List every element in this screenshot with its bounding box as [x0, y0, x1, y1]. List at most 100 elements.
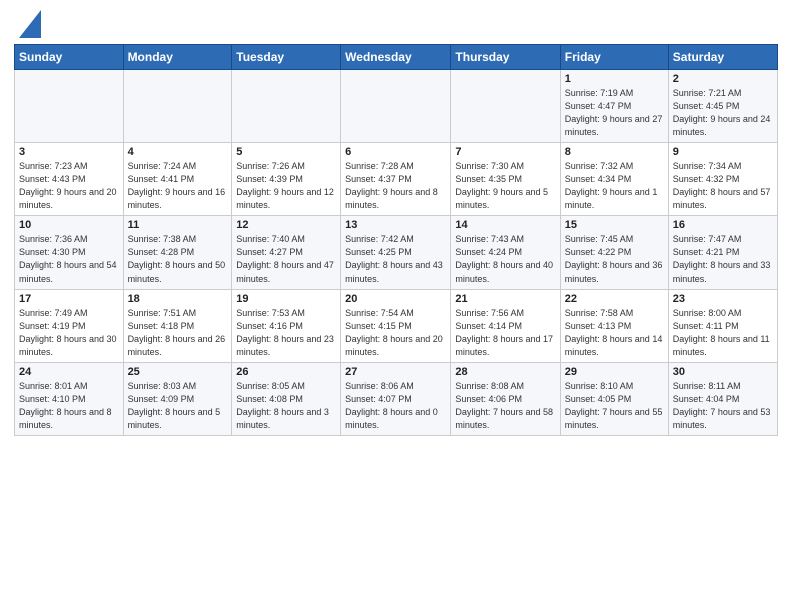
week-row: 1 Sunrise: 7:19 AM Sunset: 4:47 PM Daylig… — [15, 70, 778, 143]
day-cell: 9 Sunrise: 7:34 AM Sunset: 4:32 PM Daylig… — [668, 143, 777, 216]
day-cell: 10Sunrise: 7:36 AM Sunset: 4:30 PM Dayli… — [15, 216, 124, 289]
day-cell: 25 Sunrise: 8:03 AM Sunset: 4:09 PM Dayli… — [123, 362, 232, 435]
day-number: 22 — [565, 293, 664, 305]
day-number: 25 — [128, 366, 228, 378]
day-number: 18 — [128, 293, 228, 305]
day-number: 24 — [19, 366, 119, 378]
week-row: 24 Sunrise: 8:01 AM Sunset: 4:10 PM Dayli… — [15, 362, 778, 435]
week-row: 10Sunrise: 7:36 AM Sunset: 4:30 PM Dayli… — [15, 216, 778, 289]
day-number: 21 — [455, 293, 555, 305]
day-number: 20 — [345, 293, 446, 305]
day-detail: Sunrise: 7:43 AM Sunset: 4:24 PM Dayligh… — [455, 233, 555, 285]
day-detail: Sunrise: 7:45 AM Sunset: 4:22 PM Dayligh… — [565, 233, 664, 285]
day-number: 9 — [673, 146, 773, 158]
day-detail: Sunrise: 8:05 AM Sunset: 4:08 PM Dayligh… — [236, 380, 336, 432]
day-cell: 3 Sunrise: 7:23 AM Sunset: 4:43 PM Daylig… — [15, 143, 124, 216]
day-cell: 18 Sunrise: 7:51 AM Sunset: 4:18 PM Dayli… — [123, 289, 232, 362]
day-cell: 23 Sunrise: 8:00 AM Sunset: 4:11 PM Dayli… — [668, 289, 777, 362]
day-number: 2 — [673, 73, 773, 85]
calendar-header: SundayMondayTuesdayWednesdayThursdayFrid… — [15, 45, 778, 70]
day-number: 15 — [565, 219, 664, 231]
week-row: 17Sunrise: 7:49 AM Sunset: 4:19 PM Dayli… — [15, 289, 778, 362]
logo-row — [14, 10, 41, 38]
day-cell — [341, 70, 451, 143]
day-cell: 6 Sunrise: 7:28 AM Sunset: 4:37 PM Daylig… — [341, 143, 451, 216]
day-detail: Sunrise: 7:28 AM Sunset: 4:37 PM Dayligh… — [345, 160, 446, 212]
day-cell: 26 Sunrise: 8:05 AM Sunset: 4:08 PM Dayli… — [232, 362, 341, 435]
header — [14, 10, 778, 38]
day-number: 26 — [236, 366, 336, 378]
day-cell: 15 Sunrise: 7:45 AM Sunset: 4:22 PM Dayli… — [560, 216, 668, 289]
day-detail: Sunrise: 7:58 AM Sunset: 4:13 PM Dayligh… — [565, 307, 664, 359]
column-header-saturday: Saturday — [668, 45, 777, 70]
day-cell: 28 Sunrise: 8:08 AM Sunset: 4:06 PM Dayli… — [451, 362, 560, 435]
day-cell: 21 Sunrise: 7:56 AM Sunset: 4:14 PM Dayli… — [451, 289, 560, 362]
day-number: 7 — [455, 146, 555, 158]
day-detail: Sunrise: 7:47 AM Sunset: 4:21 PM Dayligh… — [673, 233, 773, 285]
day-number: 4 — [128, 146, 228, 158]
day-number: 1 — [565, 73, 664, 85]
day-cell: 12Sunrise: 7:40 AM Sunset: 4:27 PM Dayli… — [232, 216, 341, 289]
day-detail: Sunrise: 8:10 AM Sunset: 4:05 PM Dayligh… — [565, 380, 664, 432]
day-cell — [232, 70, 341, 143]
day-number: 5 — [236, 146, 336, 158]
header-row: SundayMondayTuesdayWednesdayThursdayFrid… — [15, 45, 778, 70]
day-cell: 14Sunrise: 7:43 AM Sunset: 4:24 PM Dayli… — [451, 216, 560, 289]
column-header-monday: Monday — [123, 45, 232, 70]
day-cell: 24 Sunrise: 8:01 AM Sunset: 4:10 PM Dayli… — [15, 362, 124, 435]
logo — [14, 10, 41, 38]
day-number: 17 — [19, 293, 119, 305]
day-detail: Sunrise: 7:32 AM Sunset: 4:34 PM Dayligh… — [565, 160, 664, 212]
day-number: 3 — [19, 146, 119, 158]
day-detail: Sunrise: 7:21 AM Sunset: 4:45 PM Dayligh… — [673, 87, 773, 139]
day-number: 11 — [128, 219, 228, 231]
day-number: 27 — [345, 366, 446, 378]
day-detail: Sunrise: 7:34 AM Sunset: 4:32 PM Dayligh… — [673, 160, 773, 212]
column-header-tuesday: Tuesday — [232, 45, 341, 70]
day-cell: 5 Sunrise: 7:26 AM Sunset: 4:39 PM Daylig… — [232, 143, 341, 216]
day-detail: Sunrise: 7:38 AM Sunset: 4:28 PM Dayligh… — [128, 233, 228, 285]
day-number: 28 — [455, 366, 555, 378]
day-cell: 20Sunrise: 7:54 AM Sunset: 4:15 PM Dayli… — [341, 289, 451, 362]
day-number: 23 — [673, 293, 773, 305]
day-detail: Sunrise: 8:00 AM Sunset: 4:11 PM Dayligh… — [673, 307, 773, 359]
day-cell — [123, 70, 232, 143]
day-cell: 30Sunrise: 8:11 AM Sunset: 4:04 PM Dayli… — [668, 362, 777, 435]
day-cell: 22 Sunrise: 7:58 AM Sunset: 4:13 PM Dayli… — [560, 289, 668, 362]
day-cell: 8 Sunrise: 7:32 AM Sunset: 4:34 PM Daylig… — [560, 143, 668, 216]
day-number: 10 — [19, 219, 119, 231]
calendar-table: SundayMondayTuesdayWednesdayThursdayFrid… — [14, 44, 778, 436]
day-detail: Sunrise: 7:24 AM Sunset: 4:41 PM Dayligh… — [128, 160, 228, 212]
column-header-sunday: Sunday — [15, 45, 124, 70]
day-number: 6 — [345, 146, 446, 158]
day-number: 29 — [565, 366, 664, 378]
day-detail: Sunrise: 7:26 AM Sunset: 4:39 PM Dayligh… — [236, 160, 336, 212]
day-detail: Sunrise: 8:03 AM Sunset: 4:09 PM Dayligh… — [128, 380, 228, 432]
column-header-thursday: Thursday — [451, 45, 560, 70]
week-row: 3 Sunrise: 7:23 AM Sunset: 4:43 PM Daylig… — [15, 143, 778, 216]
day-detail: Sunrise: 8:06 AM Sunset: 4:07 PM Dayligh… — [345, 380, 446, 432]
day-cell: 17Sunrise: 7:49 AM Sunset: 4:19 PM Dayli… — [15, 289, 124, 362]
day-cell — [451, 70, 560, 143]
day-cell: 16 Sunrise: 7:47 AM Sunset: 4:21 PM Dayli… — [668, 216, 777, 289]
day-detail: Sunrise: 7:56 AM Sunset: 4:14 PM Dayligh… — [455, 307, 555, 359]
day-detail: Sunrise: 7:51 AM Sunset: 4:18 PM Dayligh… — [128, 307, 228, 359]
logo-triangle-icon — [19, 10, 41, 38]
day-number: 16 — [673, 219, 773, 231]
day-number: 12 — [236, 219, 336, 231]
day-cell: 27 Sunrise: 8:06 AM Sunset: 4:07 PM Dayli… — [341, 362, 451, 435]
day-cell: 2 Sunrise: 7:21 AM Sunset: 4:45 PM Daylig… — [668, 70, 777, 143]
day-detail: Sunrise: 7:23 AM Sunset: 4:43 PM Dayligh… — [19, 160, 119, 212]
day-number: 8 — [565, 146, 664, 158]
day-number: 13 — [345, 219, 446, 231]
day-detail: Sunrise: 7:30 AM Sunset: 4:35 PM Dayligh… — [455, 160, 555, 212]
day-detail: Sunrise: 7:42 AM Sunset: 4:25 PM Dayligh… — [345, 233, 446, 285]
column-header-friday: Friday — [560, 45, 668, 70]
day-detail: Sunrise: 7:19 AM Sunset: 4:47 PM Dayligh… — [565, 87, 664, 139]
day-cell: 11 Sunrise: 7:38 AM Sunset: 4:28 PM Dayli… — [123, 216, 232, 289]
day-detail: Sunrise: 7:53 AM Sunset: 4:16 PM Dayligh… — [236, 307, 336, 359]
day-detail: Sunrise: 8:08 AM Sunset: 4:06 PM Dayligh… — [455, 380, 555, 432]
day-cell: 19Sunrise: 7:53 AM Sunset: 4:16 PM Dayli… — [232, 289, 341, 362]
day-cell: 1 Sunrise: 7:19 AM Sunset: 4:47 PM Daylig… — [560, 70, 668, 143]
day-detail: Sunrise: 8:01 AM Sunset: 4:10 PM Dayligh… — [19, 380, 119, 432]
